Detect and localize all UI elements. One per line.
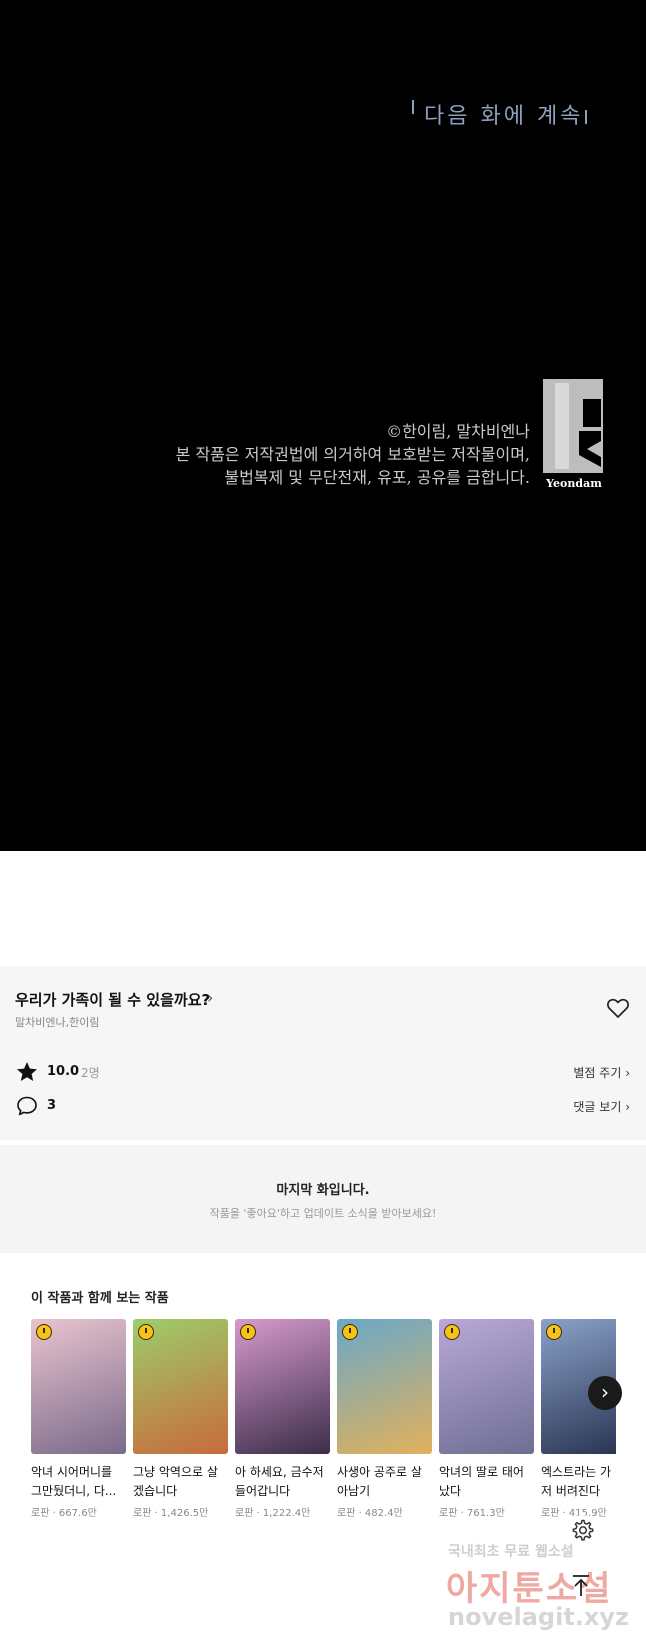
card-title: 사생아 공주로 살아남기 [337,1465,422,1498]
carousel-next-button[interactable]: › [588,1376,622,1410]
comment-bubble-icon [17,1096,37,1116]
watermark-tagline: 국내최초 무료 웹소설 [448,1544,574,1560]
card-title: 그냥 악역으로 살겠습니다 [133,1465,218,1498]
recommendation-card[interactable]: 그냥 악역으로 살겠습니다 로판 · 1,426.5만 [133,1319,228,1519]
recommendation-card[interactable]: 사생아 공주로 살아남기 로판 · 482.4만 [337,1319,432,1519]
view-comments-button[interactable]: 댓글 보기 › [573,1098,630,1115]
recommendations-carousel[interactable]: 악녀 시어머니를 그만뒀더니, 다... 로판 · 667.6만 그냥 악역으로… [31,1319,616,1529]
cover-thumbnail [31,1319,126,1454]
to-be-continued-text: 다음 화에 계속 [424,104,584,129]
card-meta: 로판 · 667.6만 [31,1508,97,1519]
copyright-line: 본 작품은 저작권법에 의거하여 보호받는 저작물이며, [175,445,530,464]
card-title: 아 하세요, 금수저 들어갑니다 [235,1465,324,1498]
rating-row: 10.0 2명 별점 주기 › [15,1060,630,1084]
comment-row: 3 댓글 보기 › [15,1094,630,1118]
last-episode-heading: 마지막 화입니다. [276,1183,370,1198]
scroll-to-top-icon[interactable] [568,1572,594,1598]
publisher-logo-text: Yeondam [546,477,602,490]
clock-badge-icon [240,1324,256,1340]
card-meta: 로판 · 761.3만 [439,1508,505,1519]
copyright-line: ©한이림, 말차비엔나 [386,422,530,441]
copyright-line: 불법복제 및 무단전재, 유포, 공유를 금합니다. [224,468,530,487]
card-meta: 로판 · 1,426.5만 [133,1508,209,1519]
clock-badge-icon [138,1324,154,1340]
work-info-panel: 우리가 가족이 될 수 있을까요? › 말차비엔나,한이림 10.0 2명 별점… [0,966,646,1140]
comic-panel: 다음 화에 계속 ©한이림, 말차비엔나 본 작품은 저작권법에 의거하여 보호… [0,0,646,851]
give-rating-label: 별점 주기 [573,1066,622,1080]
chevron-right-icon: › [601,1380,609,1404]
quote-mark-right [585,110,587,124]
recommendation-card[interactable]: 악녀 시어머니를 그만뒀더니, 다... 로판 · 667.6만 [31,1319,126,1519]
publisher-logo-mark [543,379,603,473]
cover-thumbnail [133,1319,228,1454]
copyright-notice: ©한이림, 말차비엔나 본 작품은 저작권법에 의거하여 보호받는 저작물이며,… [176,420,530,489]
card-title: 악녀의 딸로 태어났다 [439,1465,524,1498]
quote-mark-left [412,100,414,114]
work-title-link[interactable]: 우리가 가족이 될 수 있을까요? [15,989,210,1010]
watermark-url: novelagit.xyz [448,1603,630,1631]
recommendations-title: 이 작품과 함께 보는 작품 [31,1291,169,1306]
card-meta: 로판 · 1,222.4만 [235,1508,311,1519]
recommendation-card[interactable]: 엑스트라는 가 먼저 버려진다 로판 · 415.9만 [541,1319,616,1519]
cover-thumbnail [235,1319,330,1454]
card-title: 악녀 시어머니를 그만뒀더니, 다... [31,1465,117,1498]
publisher-logo [543,379,603,473]
view-comments-label: 댓글 보기 [573,1100,622,1114]
cover-thumbnail [337,1319,432,1454]
rating-value: 10.0 [47,1064,80,1079]
clock-badge-icon [444,1324,460,1340]
recommendations-section: 이 작품과 함께 보는 작품 악녀 시어머니를 그만뒀더니, 다... 로판 ·… [0,1254,646,1536]
cover-thumbnail [439,1319,534,1454]
card-meta: 로판 · 482.4만 [337,1508,403,1519]
clock-badge-icon [342,1324,358,1340]
chevron-right-icon[interactable]: › [207,988,213,1007]
comment-count: 3 [47,1098,57,1113]
clock-badge-icon [36,1324,52,1340]
like-heart-icon[interactable] [606,996,630,1020]
work-authors: 말차비엔나,한이림 [15,1016,100,1029]
last-episode-notice: 마지막 화입니다. 작품을 '좋아요'하고 업데이트 소식을 받아보세요! [0,1145,646,1253]
recommendation-card[interactable]: 악녀의 딸로 태어났다 로판 · 761.3만 [439,1319,534,1519]
recommendation-card[interactable]: 아 하세요, 금수저 들어갑니다 로판 · 1,222.4만 [235,1319,330,1519]
last-episode-subtext: 작품을 '좋아요'하고 업데이트 소식을 받아보세요! [209,1207,437,1220]
clock-badge-icon [546,1324,562,1340]
star-icon [17,1062,37,1081]
give-rating-button[interactable]: 별점 주기 › [573,1064,630,1081]
rater-count: 2명 [81,1066,100,1080]
card-title: 엑스트라는 가 먼저 버려진다 [541,1465,616,1498]
